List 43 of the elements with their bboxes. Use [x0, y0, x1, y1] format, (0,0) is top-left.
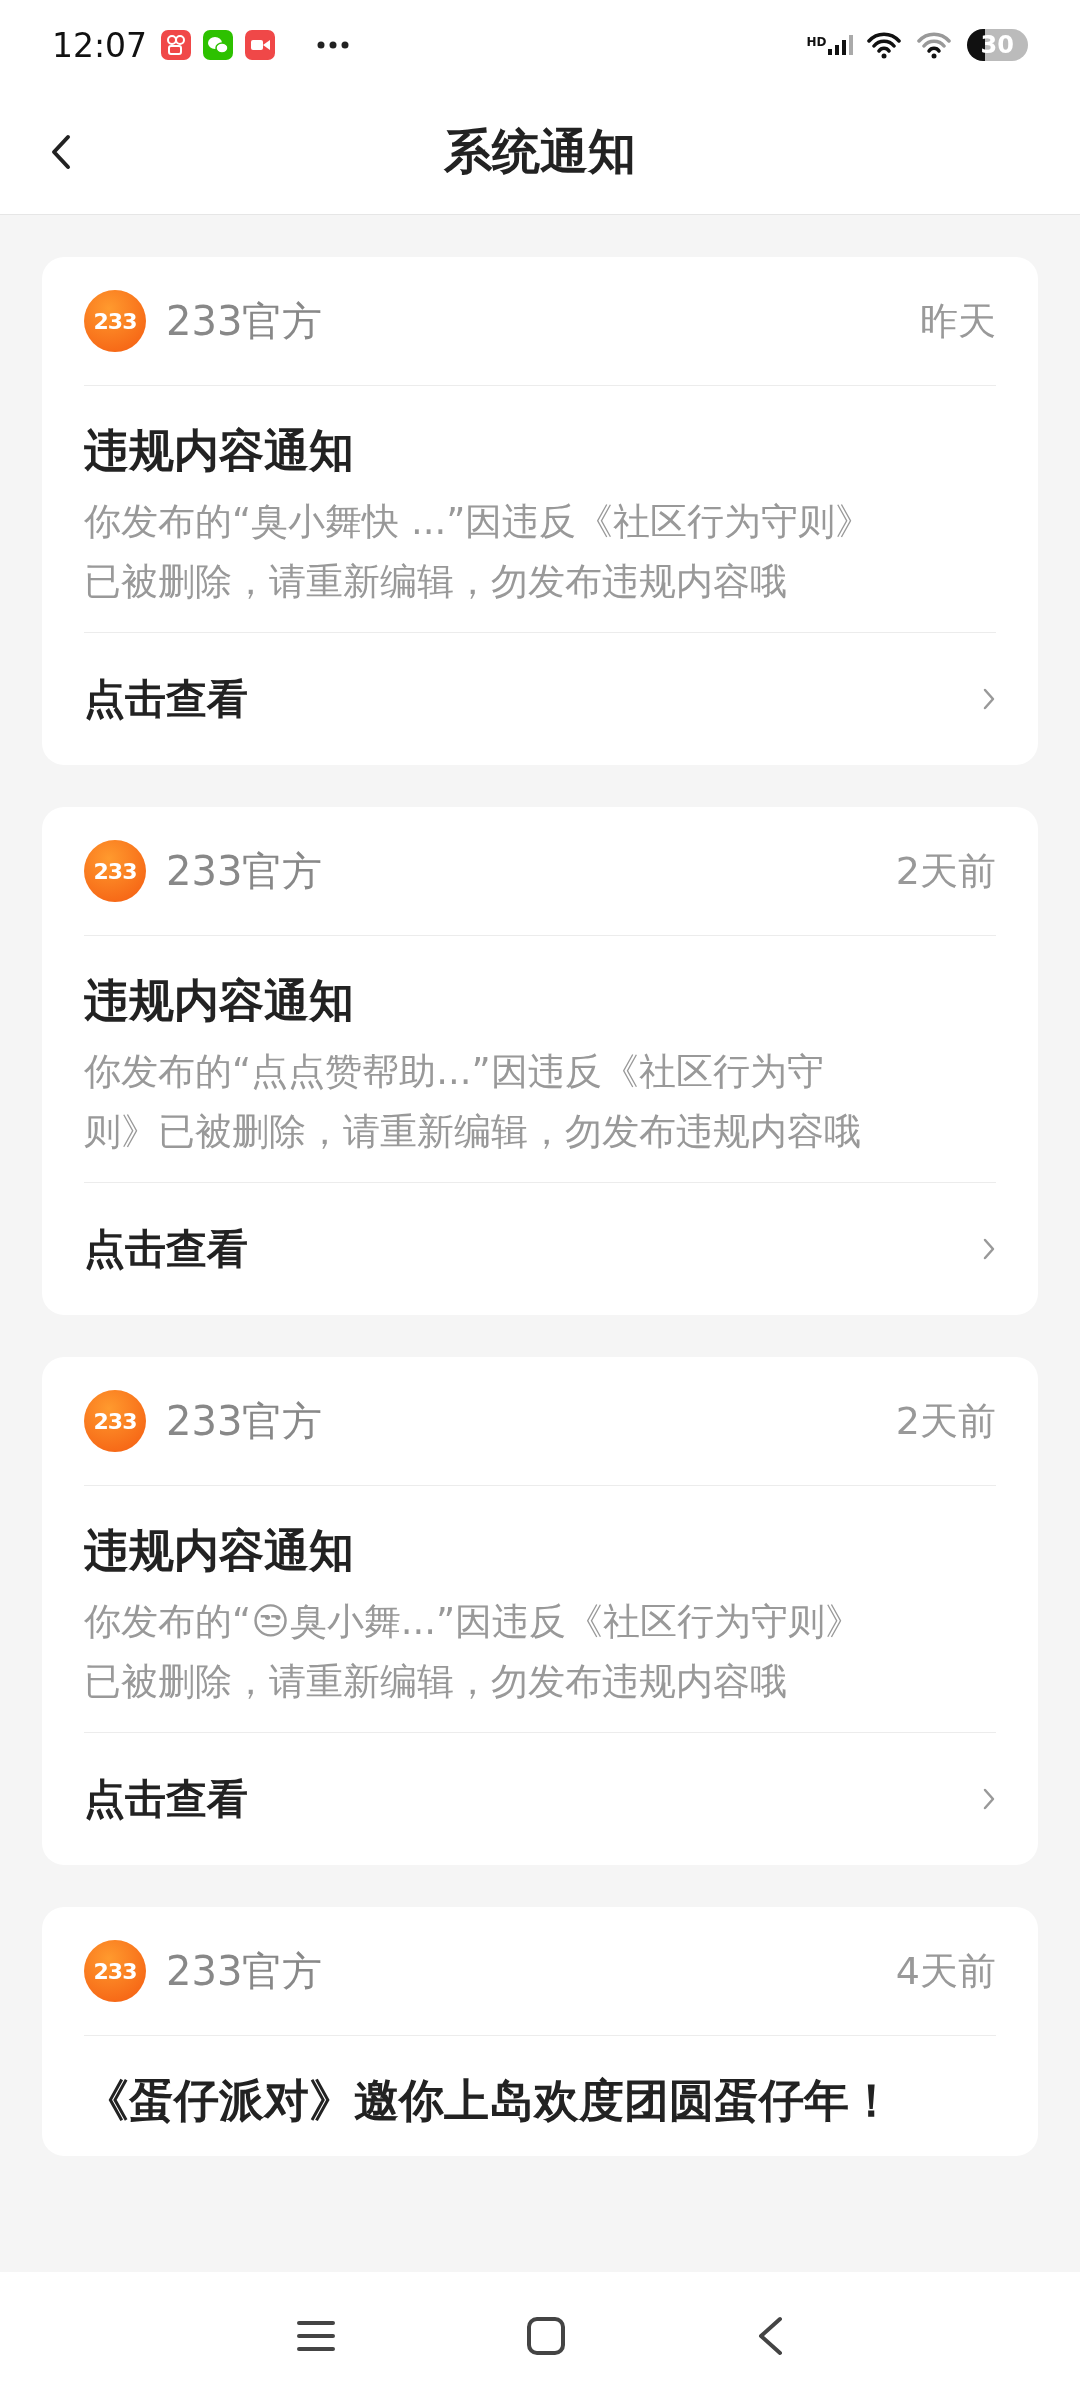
notification-card[interactable]: 233 233官方 昨天 违规内容通知 你发布的“臭小舞快 ...”因违反《社区行为守则》 已被删除，请重新编辑，勿发布违规内容哦 点击查看 [42, 257, 1038, 765]
signal-icon [827, 35, 853, 55]
timestamp: 2天前 [895, 1397, 996, 1445]
notification-title: 违规内容通知 [84, 423, 355, 479]
status-time: 12:07 [52, 25, 148, 65]
video-camera-icon [245, 30, 276, 60]
wifi-icon [916, 31, 953, 59]
notification-text: 你发布的“臭小舞快 ...”因违反《社区行为守则》 已被删除，请重新编辑，勿发布违规内容哦 [84, 499, 874, 605]
sender-name: 233官方 [166, 1946, 324, 1996]
chevron-right-icon [982, 687, 996, 711]
notification-text: 你发布的“点点赞帮助...”因违反《社区行为守 则》已被删除，请重新编辑，勿发布违规内容哦 [84, 1049, 862, 1155]
logo-badge: 233 [84, 1390, 146, 1452]
logo-badge: 233 [84, 840, 146, 902]
notification-text: 你发布的“😒臭小舞...”因违反《社区行为守则》 已被删除，请重新编辑，勿发布违规内容哦 [84, 1599, 864, 1705]
sender-name: 233官方 [166, 846, 324, 896]
notification-card[interactable]: 233 233官方 4天前 《蛋仔派对》邀你上岛欢度团圆蛋仔年！ [42, 1907, 1038, 2156]
logo-badge: 233 [84, 1940, 146, 2002]
notification-card[interactable]: 233 233官方 2天前 违规内容通知 你发布的“😒臭小舞...”因违反《社区行为守则》 已被删除，请重新编辑，勿发布违规内容哦 点击查看 [42, 1357, 1038, 1865]
back-icon[interactable] [50, 134, 72, 170]
more-icon [317, 41, 350, 49]
wifi-icon [866, 31, 903, 59]
timestamp: 昨天 [920, 297, 996, 345]
menu-icon[interactable] [296, 2319, 336, 2353]
view-link[interactable]: 点击查看 [84, 1221, 248, 1277]
view-link[interactable]: 点击查看 [84, 1771, 248, 1827]
sender-name: 233官方 [166, 1396, 324, 1446]
timestamp: 4天前 [895, 1947, 996, 1995]
notification-card[interactable]: 233 233官方 2天前 违规内容通知 你发布的“点点赞帮助...”因违反《社区行为守 则》已被删除，请重新编辑，勿发布违规内容哦 点击查看 [42, 807, 1038, 1315]
chevron-right-icon [982, 1787, 996, 1811]
notification-title: 《蛋仔派对》邀你上岛欢度团圆蛋仔年！ [84, 2073, 895, 2129]
notification-title: 违规内容通知 [84, 973, 355, 1029]
chat-app-icon [203, 30, 234, 60]
timestamp: 2天前 [895, 847, 996, 895]
app-icon [161, 30, 192, 60]
chevron-right-icon [982, 1237, 996, 1261]
sender-name: 233官方 [166, 296, 324, 346]
page-title: 系统通知 [444, 122, 636, 181]
view-link[interactable]: 点击查看 [84, 671, 248, 727]
home-icon[interactable] [526, 2316, 566, 2356]
notification-title: 违规内容通知 [84, 1523, 355, 1579]
network-label: HD [806, 35, 827, 49]
logo-badge: 233 [84, 290, 146, 352]
back-icon[interactable] [756, 2316, 784, 2356]
